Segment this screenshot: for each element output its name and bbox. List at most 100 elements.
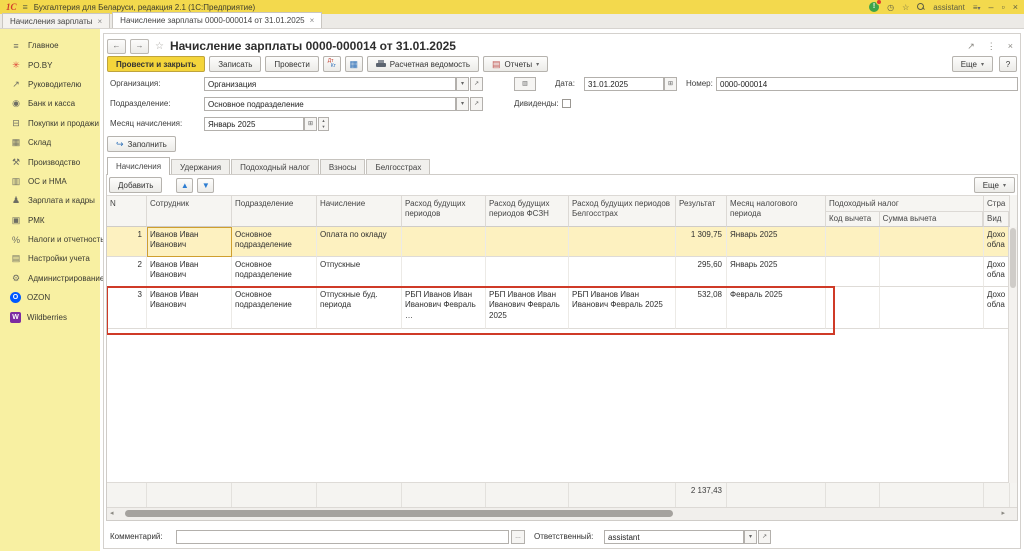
sidebar-item-factory[interactable]: ⚒Производство: [0, 152, 100, 171]
cell-n[interactable]: 3: [107, 287, 147, 329]
dtkt-postings-button[interactable]: ДтКт: [323, 56, 341, 72]
column-header[interactable]: N: [107, 195, 147, 227]
cell-month[interactable]: Январь 2025: [727, 257, 826, 287]
restore-icon[interactable]: ▫: [1002, 2, 1005, 12]
column-header[interactable]: Результат: [676, 195, 727, 227]
number-input[interactable]: [716, 77, 1018, 91]
cell-deduction_sum[interactable]: [880, 227, 984, 257]
cell-rbp_bgs[interactable]: РБП Иванов Иван Иванович Февраль 2025: [569, 287, 676, 329]
add-row-button[interactable]: Добавить: [109, 177, 162, 193]
date-input[interactable]: [584, 77, 664, 91]
cell-accrual[interactable]: Отпускные буд. периода: [317, 287, 402, 329]
dept-input[interactable]: [204, 97, 456, 111]
comment-expand-icon[interactable]: …: [511, 530, 525, 544]
save-button[interactable]: Записать: [209, 56, 261, 72]
cell-rbp_bgs[interactable]: [569, 227, 676, 257]
move-up-icon[interactable]: ▲: [176, 178, 193, 193]
cell-deduction_sum[interactable]: [880, 257, 984, 287]
image-button-icon[interactable]: ▥: [514, 77, 536, 91]
cell-month[interactable]: Февраль 2025: [727, 287, 826, 329]
sidebar-item-truck[interactable]: ▥ОС и НМА: [0, 172, 100, 191]
cell-deduction_code[interactable]: [826, 287, 880, 329]
cell-rbp_fszn[interactable]: РБП Иванов Иван Иванович Февраль 2025: [486, 287, 569, 329]
org-dropdown-icon[interactable]: ▾: [456, 77, 469, 91]
horizontal-scrollbar[interactable]: ◂ ▸: [107, 507, 1017, 520]
sidebar-item-menu[interactable]: ≡Главное: [0, 36, 100, 55]
cell-income_clipped[interactable]: Дохо обла: [984, 227, 1010, 257]
tab-3[interactable]: Взносы: [320, 159, 366, 175]
more-dots-icon[interactable]: ⋮: [987, 41, 996, 52]
column-subheader[interactable]: Код вычета: [826, 212, 880, 226]
cell-result[interactable]: 532,08: [676, 287, 727, 329]
column-header[interactable]: Расход будущих периодов: [402, 195, 486, 227]
tab-4[interactable]: Белгосстрах: [366, 159, 430, 175]
fill-button[interactable]: ↪Заполнить: [107, 136, 176, 152]
responsible-dropdown-icon[interactable]: ▾: [744, 530, 757, 544]
move-down-icon[interactable]: ▼: [197, 178, 214, 193]
scroll-left-icon[interactable]: ◂: [110, 509, 114, 517]
cell-employee[interactable]: Иванов Иван Иванович: [147, 287, 232, 329]
sidebar-item-wb[interactable]: WWildberries: [0, 307, 100, 326]
responsible-input[interactable]: [604, 530, 744, 544]
favorites-star-icon[interactable]: ☆: [902, 3, 909, 12]
toolbar-more-button[interactable]: Еще▾: [952, 56, 993, 72]
sidebar-item-book[interactable]: ▤Настройки учета: [0, 249, 100, 268]
org-open-icon[interactable]: ↗: [470, 77, 483, 91]
responsible-open-icon[interactable]: ↗: [758, 530, 771, 544]
month-stepper[interactable]: ▲▼: [318, 117, 329, 131]
cell-deduction_sum[interactable]: [880, 287, 984, 329]
comment-input[interactable]: [176, 530, 509, 544]
vertical-scroll-thumb[interactable]: [1010, 228, 1016, 288]
help-button[interactable]: ?: [999, 56, 1017, 72]
tab-close-icon[interactable]: ×: [98, 17, 103, 26]
sidebar-item-register[interactable]: ▣РМК: [0, 211, 100, 230]
org-input[interactable]: [204, 77, 456, 91]
column-group-header[interactable]: Стра: [984, 196, 1009, 212]
grid-more-button[interactable]: Еще▾: [974, 177, 1015, 193]
cell-rbp_fszn[interactable]: [486, 257, 569, 287]
month-calendar-icon[interactable]: ⊞: [304, 117, 317, 131]
minimize-icon[interactable]: –: [989, 2, 994, 12]
tab-1[interactable]: Удержания: [171, 159, 230, 175]
cell-rbp[interactable]: [402, 227, 486, 257]
cell-income_clipped[interactable]: Дохо обла: [984, 257, 1010, 287]
column-header[interactable]: Расход будущих периодов Белгосстрах: [569, 195, 676, 227]
cell-result[interactable]: 1 309,75: [676, 227, 727, 257]
reports-button[interactable]: ▤Отчеты▾: [483, 56, 548, 72]
cell-employee[interactable]: Иванов Иван Иванович: [147, 227, 232, 257]
history-icon[interactable]: ◷: [887, 3, 894, 12]
cell-month[interactable]: Январь 2025: [727, 227, 826, 257]
notifications-icon[interactable]: !: [869, 2, 879, 12]
service-menu-icon[interactable]: ≡▾: [973, 3, 981, 12]
month-input[interactable]: [204, 117, 304, 131]
cell-accrual[interactable]: Оплата по окладу: [317, 227, 402, 257]
current-user[interactable]: assistant: [933, 3, 965, 12]
cell-deduction_code[interactable]: [826, 227, 880, 257]
cell-department[interactable]: Основное подразделение: [232, 287, 317, 329]
table-row-2[interactable]: 2Иванов Иван ИвановичОсновное подразделе…: [107, 257, 1017, 287]
get-link-icon[interactable]: ↗: [967, 41, 975, 52]
sidebar-item-asterisk[interactable]: ✳PO.BY: [0, 55, 100, 74]
cell-employee[interactable]: Иванов Иван Иванович: [147, 257, 232, 287]
close-window-icon[interactable]: ×: [1013, 2, 1018, 12]
tab-close-icon[interactable]: ×: [310, 16, 315, 25]
vertical-scrollbar[interactable]: [1008, 227, 1017, 483]
cell-rbp_bgs[interactable]: [569, 257, 676, 287]
column-header[interactable]: Сотрудник: [147, 195, 232, 227]
search-icon[interactable]: [917, 3, 925, 11]
window-tab-0[interactable]: Начисления зарплаты×: [2, 13, 110, 28]
cell-n[interactable]: 2: [107, 257, 147, 287]
cell-rbp_fszn[interactable]: [486, 227, 569, 257]
cell-department[interactable]: Основное подразделение: [232, 227, 317, 257]
sidebar-item-gear[interactable]: ⚙Администрирование: [0, 269, 100, 288]
post-and-close-button[interactable]: Провести и закрыть: [107, 56, 205, 72]
forward-icon[interactable]: →: [130, 39, 149, 54]
sidebar-item-coin[interactable]: ◉Банк и касса: [0, 94, 100, 113]
date-calendar-icon[interactable]: ⊞: [664, 77, 677, 91]
column-header[interactable]: Подразделение: [232, 195, 317, 227]
column-subheader[interactable]: Сумма вычета: [880, 212, 983, 226]
sidebar-item-percent[interactable]: %Налоги и отчетность: [0, 230, 100, 249]
column-group-header[interactable]: Подоходный налог: [826, 196, 983, 212]
scroll-right-icon[interactable]: ▸: [1001, 509, 1005, 517]
column-subheader[interactable]: Вид: [984, 212, 1009, 226]
